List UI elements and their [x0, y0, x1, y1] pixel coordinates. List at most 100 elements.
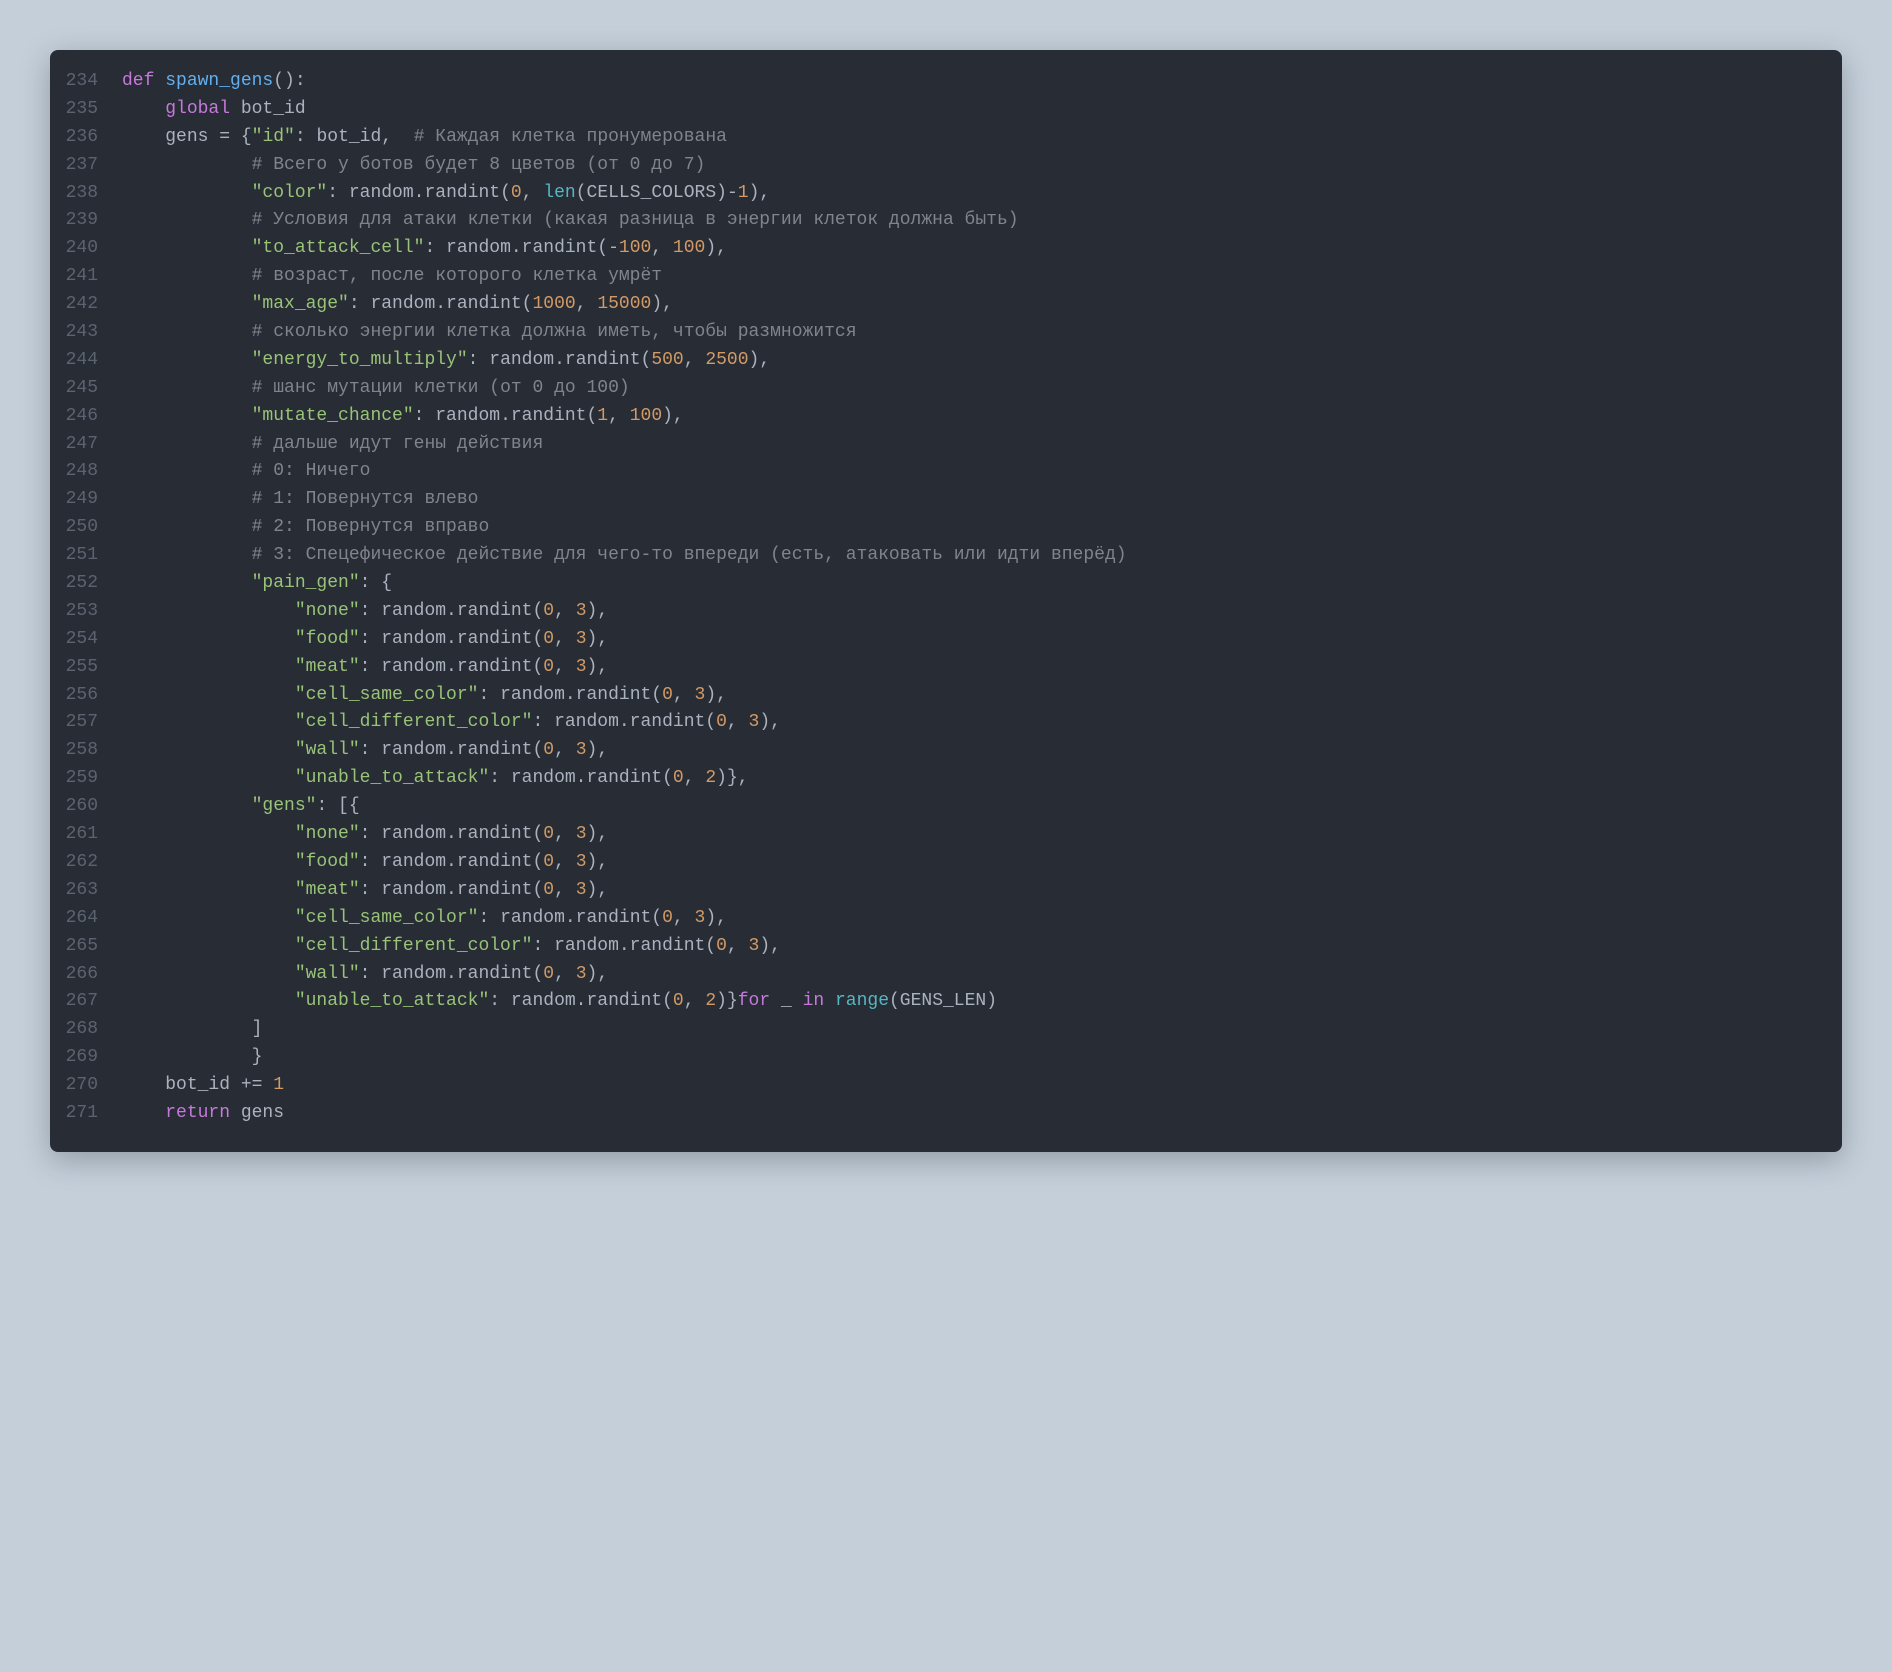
code-content[interactable]: # 2: Повернутся вправо: [122, 514, 489, 542]
token-fn: spawn_gens: [165, 71, 273, 91]
line-number: 234: [50, 68, 122, 96]
token-punc: ,: [554, 601, 576, 621]
code-content[interactable]: ]: [122, 1016, 262, 1044]
token-punc: : random.randint(: [478, 685, 662, 705]
code-content[interactable]: # 0: Ничего: [122, 458, 370, 486]
code-line[interactable]: 257 "cell_different_color": random.randi…: [50, 709, 1814, 737]
line-number: 241: [50, 263, 122, 291]
code-content[interactable]: "wall": random.randint(0, 3),: [122, 737, 608, 765]
code-line[interactable]: 246 "mutate_chance": random.randint(1, 1…: [50, 403, 1814, 431]
code-line[interactable]: 259 "unable_to_attack": random.randint(0…: [50, 765, 1814, 793]
code-content[interactable]: global bot_id: [122, 96, 306, 124]
line-number: 256: [50, 682, 122, 710]
code-content[interactable]: "cell_different_color": random.randint(0…: [122, 709, 781, 737]
code-line[interactable]: 254 "food": random.randint(0, 3),: [50, 626, 1814, 654]
token-punc: ),: [587, 964, 609, 984]
code-content[interactable]: "food": random.randint(0, 3),: [122, 626, 608, 654]
line-number: 259: [50, 765, 122, 793]
code-line[interactable]: 258 "wall": random.randint(0, 3),: [50, 737, 1814, 765]
code-content[interactable]: "none": random.randint(0, 3),: [122, 821, 608, 849]
line-number: 253: [50, 598, 122, 626]
code-line[interactable]: 269 }: [50, 1044, 1814, 1072]
code-line[interactable]: 237 # Всего у ботов будет 8 цветов (от 0…: [50, 152, 1814, 180]
code-line[interactable]: 236 gens = {"id": bot_id, # Каждая клетк…: [50, 124, 1814, 152]
code-content[interactable]: "cell_same_color": random.randint(0, 3),: [122, 905, 727, 933]
code-line[interactable]: 265 "cell_different_color": random.randi…: [50, 933, 1814, 961]
code-content[interactable]: "mutate_chance": random.randint(1, 100),: [122, 403, 684, 431]
code-content[interactable]: "color": random.randint(0, len(CELLS_COL…: [122, 180, 770, 208]
code-line[interactable]: 271 return gens: [50, 1100, 1814, 1128]
code-line[interactable]: 264 "cell_same_color": random.randint(0,…: [50, 905, 1814, 933]
code-line[interactable]: 238 "color": random.randint(0, len(CELLS…: [50, 180, 1814, 208]
token-punc: ,: [554, 657, 576, 677]
token-punc: : random.randint(: [360, 964, 544, 984]
code-content[interactable]: "gens": [{: [122, 793, 360, 821]
code-content[interactable]: # Условия для атаки клетки (какая разниц…: [122, 207, 1019, 235]
code-content[interactable]: return gens: [122, 1100, 284, 1128]
token-num: 0: [662, 685, 673, 705]
code-content[interactable]: # 3: Спецефическое действие для чего-то …: [122, 542, 1127, 570]
code-content[interactable]: "none": random.randint(0, 3),: [122, 598, 608, 626]
code-content[interactable]: gens = {"id": bot_id, # Каждая клетка пр…: [122, 124, 727, 152]
code-content[interactable]: "meat": random.randint(0, 3),: [122, 654, 608, 682]
code-line[interactable]: 234def spawn_gens():: [50, 68, 1814, 96]
code-line[interactable]: 268 ]: [50, 1016, 1814, 1044]
code-line[interactable]: 260 "gens": [{: [50, 793, 1814, 821]
code-line[interactable]: 256 "cell_same_color": random.randint(0,…: [50, 682, 1814, 710]
code-editor[interactable]: 234def spawn_gens():235 global bot_id236…: [50, 50, 1842, 1152]
code-line[interactable]: 270 bot_id += 1: [50, 1072, 1814, 1100]
code-content[interactable]: bot_id += 1: [122, 1072, 284, 1100]
code-content[interactable]: # шанс мутации клетки (от 0 до 100): [122, 375, 630, 403]
code-line[interactable]: 249 # 1: Повернутся влево: [50, 486, 1814, 514]
code-line[interactable]: 242 "max_age": random.randint(1000, 1500…: [50, 291, 1814, 319]
code-content[interactable]: "meat": random.randint(0, 3),: [122, 877, 608, 905]
code-line[interactable]: 263 "meat": random.randint(0, 3),: [50, 877, 1814, 905]
token-punc: }: [252, 1047, 263, 1067]
token-punc: (CELLS_COLORS)-: [576, 183, 738, 203]
code-line[interactable]: 253 "none": random.randint(0, 3),: [50, 598, 1814, 626]
code-content[interactable]: # сколько энергии клетка должна иметь, ч…: [122, 319, 857, 347]
code-content[interactable]: # 1: Повернутся влево: [122, 486, 478, 514]
code-content[interactable]: "to_attack_cell": random.randint(-100, 1…: [122, 235, 727, 263]
code-content[interactable]: # возраст, после которого клетка умрёт: [122, 263, 662, 291]
code-line[interactable]: 239 # Условия для атаки клетки (какая ра…: [50, 207, 1814, 235]
token-num: 0: [543, 629, 554, 649]
line-number: 249: [50, 486, 122, 514]
code-line[interactable]: 247 # дальше идут гены действия: [50, 431, 1814, 459]
code-line[interactable]: 235 global bot_id: [50, 96, 1814, 124]
code-content[interactable]: "cell_same_color": random.randint(0, 3),: [122, 682, 727, 710]
token-cmt: # шанс мутации клетки (от 0 до 100): [252, 378, 630, 398]
code-content[interactable]: # дальше идут гены действия: [122, 431, 543, 459]
code-content[interactable]: # Всего у ботов будет 8 цветов (от 0 до …: [122, 152, 705, 180]
code-content[interactable]: "unable_to_attack": random.randint(0, 2)…: [122, 988, 997, 1016]
code-line[interactable]: 262 "food": random.randint(0, 3),: [50, 849, 1814, 877]
code-line[interactable]: 245 # шанс мутации клетки (от 0 до 100): [50, 375, 1814, 403]
code-line[interactable]: 248 # 0: Ничего: [50, 458, 1814, 486]
code-line[interactable]: 241 # возраст, после которого клетка умр…: [50, 263, 1814, 291]
code-content[interactable]: "energy_to_multiply": random.randint(500…: [122, 347, 770, 375]
line-number: 244: [50, 347, 122, 375]
token-punc: [824, 991, 835, 1011]
code-line[interactable]: 266 "wall": random.randint(0, 3),: [50, 961, 1814, 989]
line-number: 262: [50, 849, 122, 877]
token-cmt: # 1: Повернутся влево: [252, 489, 479, 509]
code-line[interactable]: 250 # 2: Повернутся вправо: [50, 514, 1814, 542]
code-line[interactable]: 261 "none": random.randint(0, 3),: [50, 821, 1814, 849]
code-content[interactable]: "pain_gen": {: [122, 570, 392, 598]
code-line[interactable]: 252 "pain_gen": {: [50, 570, 1814, 598]
code-content[interactable]: "cell_different_color": random.randint(0…: [122, 933, 781, 961]
code-content[interactable]: "wall": random.randint(0, 3),: [122, 961, 608, 989]
code-content[interactable]: "unable_to_attack": random.randint(0, 2)…: [122, 765, 749, 793]
token-cmt: # Всего у ботов будет 8 цветов (от 0 до …: [252, 155, 706, 175]
code-content[interactable]: "food": random.randint(0, 3),: [122, 849, 608, 877]
code-line[interactable]: 255 "meat": random.randint(0, 3),: [50, 654, 1814, 682]
code-line[interactable]: 243 # сколько энергии клетка должна имет…: [50, 319, 1814, 347]
code-content[interactable]: }: [122, 1044, 262, 1072]
code-line[interactable]: 240 "to_attack_cell": random.randint(-10…: [50, 235, 1814, 263]
code-line[interactable]: 267 "unable_to_attack": random.randint(0…: [50, 988, 1814, 1016]
code-line[interactable]: 251 # 3: Спецефическое действие для чего…: [50, 542, 1814, 570]
code-line[interactable]: 244 "energy_to_multiply": random.randint…: [50, 347, 1814, 375]
code-content[interactable]: "max_age": random.randint(1000, 15000),: [122, 291, 673, 319]
code-content[interactable]: def spawn_gens():: [122, 68, 306, 96]
token-num: 3: [695, 685, 706, 705]
